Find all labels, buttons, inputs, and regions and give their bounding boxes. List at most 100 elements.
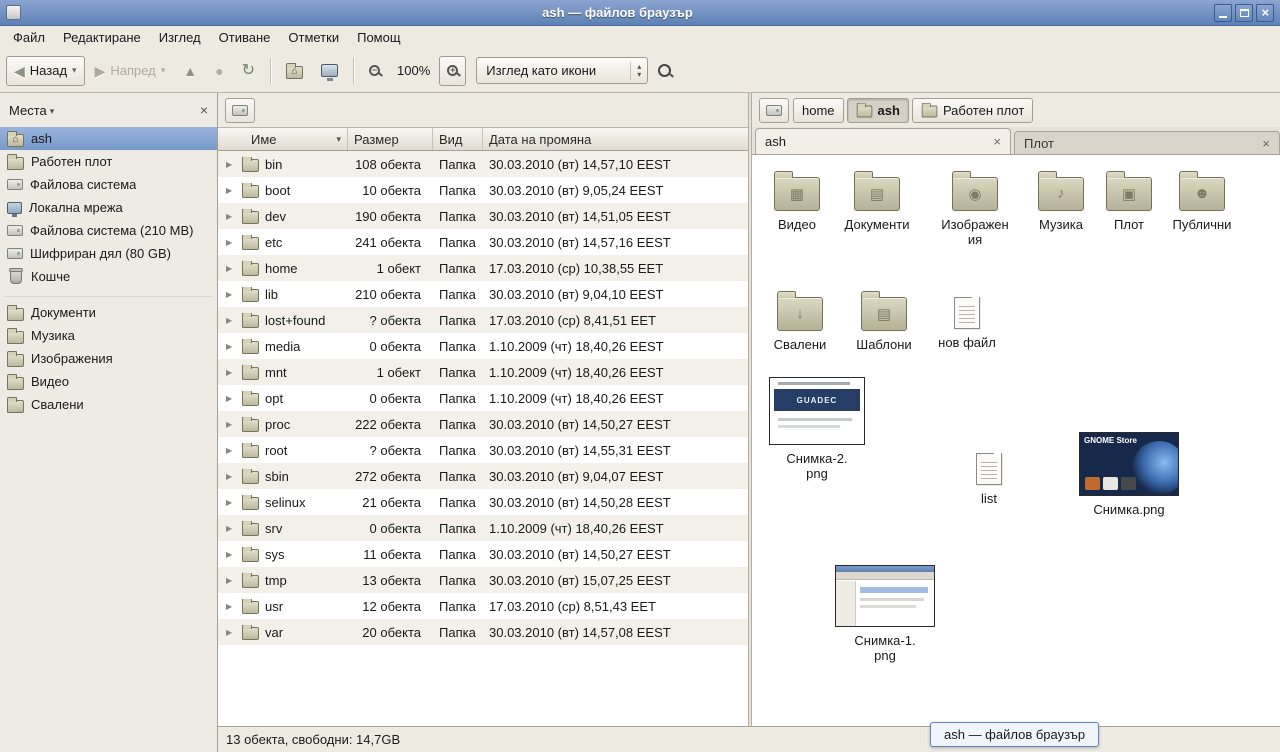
column-header-type[interactable]: Вид [433, 128, 483, 150]
computer-button[interactable] [313, 56, 346, 86]
close-button[interactable]: × [1256, 4, 1274, 22]
minimize-button[interactable] [1214, 4, 1232, 22]
file-list-rows[interactable]: ▶ bin 108 обекта Папка 30.03.2010 (вт) 1… [218, 151, 748, 726]
places-title[interactable]: Места [9, 103, 47, 118]
sidebar-item[interactable]: Шифриран дял (80 GB) [0, 242, 217, 265]
zoom-out-button[interactable]: − [361, 56, 388, 86]
expander-icon[interactable]: ▶ [226, 160, 236, 169]
search-button[interactable] [650, 56, 679, 86]
menu-item[interactable]: Файл [4, 28, 54, 47]
tab-close-icon[interactable]: × [1262, 136, 1270, 151]
pathbar-button[interactable]: ash [847, 98, 909, 123]
sidebar-item[interactable]: Изображения [0, 347, 217, 370]
file-row[interactable]: ▶ dev 190 обекта Папка 30.03.2010 (вт) 1… [218, 203, 748, 229]
sidebar-item[interactable]: Файлова система (210 MB) [0, 219, 217, 242]
sidebar-item[interactable]: Файлова система [0, 173, 217, 196]
file-row[interactable]: ▶ etc 241 обекта Папка 30.03.2010 (вт) 1… [218, 229, 748, 255]
root-button[interactable] [225, 98, 255, 123]
icon-view-item[interactable]: Снимка-1. png [835, 565, 935, 663]
expander-icon[interactable]: ▶ [226, 446, 236, 455]
zoom-in-button[interactable]: + [439, 56, 466, 86]
expander-icon[interactable]: ▶ [226, 576, 236, 585]
expander-icon[interactable]: ▶ [226, 420, 236, 429]
view-mode-select[interactable]: Изглед като икони ▴▾ [476, 57, 648, 84]
tab[interactable]: ash × [755, 128, 1011, 154]
expander-icon[interactable]: ▶ [226, 472, 236, 481]
file-row[interactable]: ▶ srv 0 обекта Папка 1.10.2009 (чт) 18,4… [218, 515, 748, 541]
stop-button[interactable]: ● [207, 56, 231, 86]
sidebar-list[interactable]: ash Работен плот Файлова система Локална… [0, 127, 217, 752]
root-button[interactable] [759, 98, 789, 123]
expander-icon[interactable]: ▶ [226, 290, 236, 299]
sidebar-item[interactable]: Видео [0, 370, 217, 393]
expander-icon[interactable]: ▶ [226, 628, 236, 637]
sidebar-item[interactable]: Музика [0, 324, 217, 347]
menu-item[interactable]: Редактиране [54, 28, 150, 47]
back-button[interactable]: ◀ Назад ▾ [6, 56, 85, 86]
tab[interactable]: Плот × [1014, 131, 1280, 154]
column-header-date[interactable]: Дата на промяна [483, 128, 748, 150]
expander-icon[interactable]: ▶ [226, 602, 236, 611]
places-close-icon[interactable]: × [200, 102, 208, 118]
file-row[interactable]: ▶ proc 222 обекта Папка 30.03.2010 (вт) … [218, 411, 748, 437]
expander-icon[interactable]: ▶ [226, 316, 236, 325]
icon-view-item[interactable]: ☻Публични [1159, 169, 1245, 232]
file-row[interactable]: ▶ opt 0 обекта Папка 1.10.2009 (чт) 18,4… [218, 385, 748, 411]
file-row[interactable]: ▶ sys 11 обекта Папка 30.03.2010 (вт) 14… [218, 541, 748, 567]
pathbar-button[interactable]: Работен плот [912, 98, 1033, 123]
reload-button[interactable]: ↻ [234, 56, 263, 86]
icon-view-item[interactable]: ↓Свалени [757, 289, 843, 352]
sidebar-item[interactable]: Работен плот [0, 150, 217, 173]
expander-icon[interactable]: ▶ [226, 212, 236, 221]
icon-view-item[interactable]: ▤Шаблони [841, 289, 927, 352]
sidebar-item[interactable]: Документи [0, 301, 217, 324]
expander-icon[interactable]: ▶ [226, 394, 236, 403]
icon-view-item[interactable]: list [946, 445, 1032, 506]
file-row[interactable]: ▶ selinux 21 обекта Папка 30.03.2010 (вт… [218, 489, 748, 515]
expander-icon[interactable]: ▶ [226, 498, 236, 507]
menu-item[interactable]: Изглед [150, 28, 210, 47]
file-row[interactable]: ▶ lost+found ? обекта Папка 17.03.2010 (… [218, 307, 748, 333]
column-header-name[interactable]: Име ▾ [218, 128, 348, 150]
file-row[interactable]: ▶ boot 10 обекта Папка 30.03.2010 (вт) 9… [218, 177, 748, 203]
icon-view-item[interactable]: ◉Изображен ия [932, 169, 1018, 247]
expander-icon[interactable]: ▶ [226, 342, 236, 351]
expander-icon[interactable]: ▶ [226, 186, 236, 195]
expander-icon[interactable]: ▶ [226, 264, 236, 273]
icon-view[interactable]: ▦Видео▤Документи◉Изображен ия♪Музика▣Пло… [752, 155, 1280, 726]
forward-button[interactable]: ▶ Напред ▾ [87, 56, 174, 86]
file-row[interactable]: ▶ tmp 13 обекта Папка 30.03.2010 (вт) 15… [218, 567, 748, 593]
sidebar-item[interactable]: Свалени [0, 393, 217, 416]
expander-icon[interactable]: ▶ [226, 238, 236, 247]
tab-close-icon[interactable]: × [993, 134, 1001, 149]
column-header-size[interactable]: Размер [348, 128, 433, 150]
menu-item[interactable]: Отиване [210, 28, 280, 47]
file-row[interactable]: ▶ usr 12 обекта Папка 17.03.2010 (ср) 8,… [218, 593, 748, 619]
icon-view-item[interactable]: GUADECСнимка-2. png [769, 377, 865, 481]
icon-view-item[interactable]: ▦Видео [754, 169, 840, 232]
sidebar-item[interactable]: ash [0, 127, 217, 150]
maximize-button[interactable] [1235, 4, 1253, 22]
icon-view-item[interactable]: нов файл [924, 289, 1010, 350]
expander-icon[interactable]: ▶ [226, 524, 236, 533]
file-row[interactable]: ▶ lib 210 обекта Папка 30.03.2010 (вт) 9… [218, 281, 748, 307]
file-row[interactable]: ▶ sbin 272 обекта Папка 30.03.2010 (вт) … [218, 463, 748, 489]
file-row[interactable]: ▶ root ? обекта Папка 30.03.2010 (вт) 14… [218, 437, 748, 463]
icon-view-item[interactable]: ▤Документи [834, 169, 920, 232]
up-button[interactable]: ▲ [175, 56, 205, 86]
titlebar[interactable]: ash — файлов браузър × [0, 0, 1280, 26]
file-row[interactable]: ▶ bin 108 обекта Папка 30.03.2010 (вт) 1… [218, 151, 748, 177]
sidebar-item[interactable]: Локална мрежа [0, 196, 217, 219]
file-row[interactable]: ▶ media 0 обекта Папка 1.10.2009 (чт) 18… [218, 333, 748, 359]
expander-icon[interactable]: ▶ [226, 550, 236, 559]
sidebar-item[interactable]: Кошче [0, 265, 217, 288]
file-row[interactable]: ▶ mnt 1 обект Папка 1.10.2009 (чт) 18,40… [218, 359, 748, 385]
expander-icon[interactable]: ▶ [226, 368, 236, 377]
home-button[interactable] [278, 56, 311, 86]
pathbar-button[interactable]: home [793, 98, 844, 123]
menu-item[interactable]: Отметки [279, 28, 348, 47]
menu-item[interactable]: Помощ [348, 28, 409, 47]
file-row[interactable]: ▶ var 20 обекта Папка 30.03.2010 (вт) 14… [218, 619, 748, 645]
file-row[interactable]: ▶ home 1 обект Папка 17.03.2010 (ср) 10,… [218, 255, 748, 281]
icon-view-item[interactable]: GNOME StoreСнимка.png [1079, 432, 1179, 517]
